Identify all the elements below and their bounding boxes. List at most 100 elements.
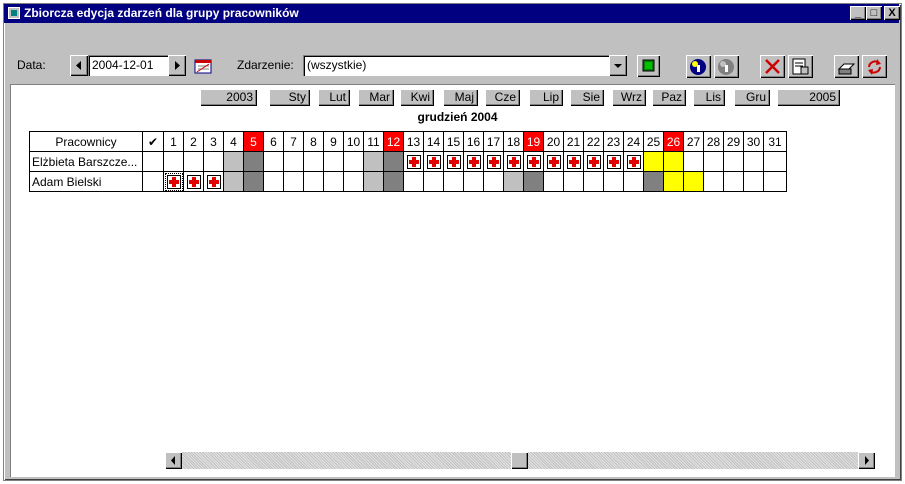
event-select[interactable]: (wszystkie) (303, 55, 609, 76)
day-cell-saturday[interactable] (363, 151, 384, 172)
day-cell[interactable] (443, 171, 464, 192)
month-button-wrz[interactable]: Wrz (612, 89, 646, 106)
header-check[interactable]: ✔ (142, 131, 164, 152)
info-disabled-button[interactable] (714, 55, 739, 78)
day-cell[interactable] (323, 151, 344, 172)
date-next-button[interactable] (168, 55, 186, 76)
day-cell-holiday[interactable] (643, 151, 664, 172)
day-cell[interactable] (323, 171, 344, 192)
day-cell[interactable] (623, 171, 644, 192)
day-cell[interactable] (543, 171, 564, 192)
day-cell-event[interactable] (583, 151, 604, 172)
month-button-cze[interactable]: Cze (485, 89, 520, 106)
day-cell[interactable] (483, 171, 504, 192)
day-cell[interactable] (563, 171, 584, 192)
event-dropdown-button[interactable] (609, 55, 627, 76)
day-cell-saturday[interactable] (503, 171, 524, 192)
month-button-lip[interactable]: Lip (529, 89, 563, 106)
day-cell-event[interactable] (563, 151, 584, 172)
scroll-left-button[interactable] (165, 452, 182, 469)
day-cell-event[interactable] (543, 151, 564, 172)
day-cell[interactable] (183, 151, 204, 172)
day-cell-event[interactable] (603, 151, 624, 172)
day-cell-sunday[interactable] (523, 171, 544, 192)
day-cell-event[interactable] (203, 171, 224, 192)
day-cell-event[interactable] (463, 151, 484, 172)
day-cell-sunday[interactable] (383, 151, 404, 172)
print-button[interactable] (834, 55, 859, 78)
day-cell[interactable] (283, 171, 304, 192)
day-cell[interactable] (263, 171, 284, 192)
day-cell[interactable] (743, 151, 764, 172)
properties-button[interactable] (788, 55, 813, 78)
day-cell-event[interactable] (163, 171, 184, 192)
scroll-right-button[interactable] (858, 452, 875, 469)
day-cell[interactable] (303, 151, 324, 172)
day-cell-event[interactable] (523, 151, 544, 172)
employee-row[interactable]: Elżbieta Barszcze... (29, 151, 787, 172)
day-cell[interactable] (403, 171, 424, 192)
day-cell[interactable] (343, 171, 364, 192)
employee-row[interactable]: Adam Bielski (29, 171, 787, 192)
day-cell[interactable] (163, 151, 184, 172)
month-button-maj[interactable]: Maj (443, 89, 478, 106)
day-cell-event[interactable] (443, 151, 464, 172)
month-button-sie[interactable]: Sie (570, 89, 604, 106)
day-cell[interactable] (723, 151, 744, 172)
month-button-sty[interactable]: Sty (269, 89, 310, 106)
scroll-thumb[interactable] (511, 452, 528, 469)
month-button-lut[interactable]: Lut (318, 89, 350, 106)
day-cell-sunday[interactable] (243, 151, 264, 172)
day-cell-saturday[interactable] (223, 171, 244, 192)
employee-checkbox[interactable] (142, 151, 164, 172)
day-cell-event[interactable] (503, 151, 524, 172)
day-cell[interactable] (763, 171, 787, 192)
day-cell[interactable] (283, 151, 304, 172)
day-cell-saturday[interactable] (363, 171, 384, 192)
day-cell[interactable] (763, 151, 787, 172)
prev-year-button[interactable]: 2003 (200, 89, 257, 106)
day-cell[interactable] (463, 171, 484, 192)
add-event-button[interactable] (637, 55, 660, 77)
title-bar[interactable]: Zbiorcza edycja zdarzeń dla grupy pracow… (4, 4, 900, 23)
maximize-button[interactable]: □ (866, 6, 882, 20)
month-button-mar[interactable]: Mar (358, 89, 394, 106)
month-button-lis[interactable]: Lis (693, 89, 725, 106)
day-cell[interactable] (603, 171, 624, 192)
day-cell[interactable] (263, 151, 284, 172)
day-cell[interactable] (743, 171, 764, 192)
next-year-button[interactable]: 2005 (777, 89, 840, 106)
calendar-picker-button[interactable] (192, 55, 214, 77)
month-button-paz[interactable]: Paz (652, 89, 686, 106)
day-cell[interactable] (683, 151, 704, 172)
date-prev-button[interactable] (70, 55, 88, 76)
day-cell[interactable] (203, 151, 224, 172)
day-cell[interactable] (423, 171, 444, 192)
day-cell-saturday[interactable] (643, 171, 664, 192)
date-input[interactable]: 2004-12-01 (88, 55, 168, 76)
employee-checkbox[interactable] (142, 171, 164, 192)
day-cell[interactable] (723, 171, 744, 192)
day-cell-holiday[interactable] (663, 171, 684, 192)
refresh-button[interactable] (862, 55, 887, 78)
day-cell-holiday[interactable] (663, 151, 684, 172)
day-cell-event[interactable] (623, 151, 644, 172)
day-cell-event[interactable] (403, 151, 424, 172)
day-cell-saturday[interactable] (223, 151, 244, 172)
info-button[interactable] (686, 55, 711, 78)
day-cell[interactable] (303, 171, 324, 192)
delete-button[interactable] (760, 55, 785, 78)
employee-name[interactable]: Elżbieta Barszcze... (29, 151, 143, 172)
month-button-gru[interactable]: Gru (734, 89, 770, 106)
day-cell[interactable] (343, 151, 364, 172)
day-cell-event[interactable] (483, 151, 504, 172)
day-cell-event[interactable] (183, 171, 204, 192)
close-button[interactable]: X (884, 6, 900, 20)
day-cell-event[interactable] (423, 151, 444, 172)
day-cell-sunday[interactable] (243, 171, 264, 192)
day-cell-holiday[interactable] (683, 171, 704, 192)
day-cell[interactable] (703, 171, 724, 192)
day-cell-sunday[interactable] (383, 171, 404, 192)
employee-name[interactable]: Adam Bielski (29, 171, 143, 192)
day-cell[interactable] (703, 151, 724, 172)
